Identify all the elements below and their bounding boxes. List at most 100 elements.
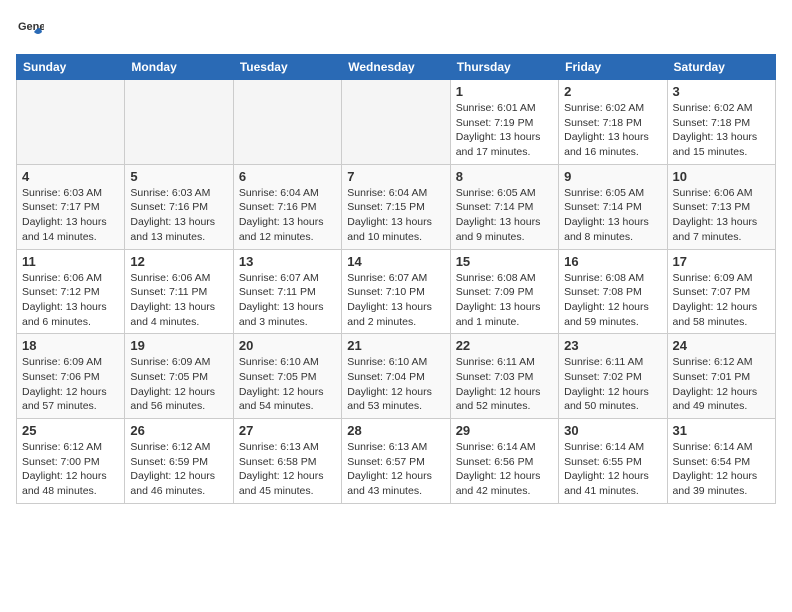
- day-info: Sunrise: 6:12 AMSunset: 7:01 PMDaylight:…: [673, 355, 770, 414]
- day-info: Sunrise: 6:06 AMSunset: 7:13 PMDaylight:…: [673, 186, 770, 245]
- calendar-header-row: SundayMondayTuesdayWednesdayThursdayFrid…: [17, 55, 776, 80]
- day-number: 6: [239, 169, 336, 184]
- day-info: Sunrise: 6:09 AMSunset: 7:06 PMDaylight:…: [22, 355, 119, 414]
- calendar-day-cell: 22 Sunrise: 6:11 AMSunset: 7:03 PMDayligh…: [450, 334, 558, 419]
- day-info: Sunrise: 6:09 AMSunset: 7:07 PMDaylight:…: [673, 271, 770, 330]
- page-header: General: [16, 16, 776, 44]
- calendar-day-cell: [233, 80, 341, 165]
- calendar-day-cell: [342, 80, 450, 165]
- calendar-day-cell: 2 Sunrise: 6:02 AMSunset: 7:18 PMDaylight…: [559, 80, 667, 165]
- day-info: Sunrise: 6:11 AMSunset: 7:03 PMDaylight:…: [456, 355, 553, 414]
- day-info: Sunrise: 6:02 AMSunset: 7:18 PMDaylight:…: [564, 101, 661, 160]
- calendar-day-cell: 31 Sunrise: 6:14 AMSunset: 6:54 PMDayligh…: [667, 419, 775, 504]
- calendar-week-row: 1 Sunrise: 6:01 AMSunset: 7:19 PMDaylight…: [17, 80, 776, 165]
- calendar-day-cell: 28Sunrise: 6:13 AMSunset: 6:57 PMDayligh…: [342, 419, 450, 504]
- day-number: 7: [347, 169, 444, 184]
- day-info: Sunrise: 6:04 AMSunset: 7:15 PMDaylight:…: [347, 186, 444, 245]
- day-number: 1: [456, 84, 553, 99]
- calendar-week-row: 4 Sunrise: 6:03 AMSunset: 7:17 PMDaylight…: [17, 164, 776, 249]
- day-number: 12: [130, 254, 227, 269]
- logo: General: [16, 16, 48, 44]
- day-info: Sunrise: 6:06 AMSunset: 7:11 PMDaylight:…: [130, 271, 227, 330]
- calendar-table: SundayMondayTuesdayWednesdayThursdayFrid…: [16, 54, 776, 504]
- day-number: 25: [22, 423, 119, 438]
- calendar-day-header: Monday: [125, 55, 233, 80]
- day-info: Sunrise: 6:05 AMSunset: 7:14 PMDaylight:…: [456, 186, 553, 245]
- calendar-day-cell: 1 Sunrise: 6:01 AMSunset: 7:19 PMDaylight…: [450, 80, 558, 165]
- day-number: 23: [564, 338, 661, 353]
- calendar-day-header: Saturday: [667, 55, 775, 80]
- day-number: 19: [130, 338, 227, 353]
- calendar-day-cell: 24 Sunrise: 6:12 AMSunset: 7:01 PMDayligh…: [667, 334, 775, 419]
- calendar-day-cell: [125, 80, 233, 165]
- calendar-day-cell: 3Sunrise: 6:02 AMSunset: 7:18 PMDaylight…: [667, 80, 775, 165]
- calendar-day-cell: 10 Sunrise: 6:06 AMSunset: 7:13 PMDayligh…: [667, 164, 775, 249]
- calendar-day-cell: 15 Sunrise: 6:08 AMSunset: 7:09 PMDayligh…: [450, 249, 558, 334]
- day-info: Sunrise: 6:14 AMSunset: 6:54 PMDaylight:…: [673, 440, 770, 499]
- day-number: 9: [564, 169, 661, 184]
- day-number: 2: [564, 84, 661, 99]
- calendar-day-cell: 19Sunrise: 6:09 AMSunset: 7:05 PMDayligh…: [125, 334, 233, 419]
- day-number: 24: [673, 338, 770, 353]
- day-number: 10: [673, 169, 770, 184]
- calendar-day-cell: 30 Sunrise: 6:14 AMSunset: 6:55 PMDayligh…: [559, 419, 667, 504]
- calendar-day-header: Tuesday: [233, 55, 341, 80]
- calendar-day-cell: 27 Sunrise: 6:13 AMSunset: 6:58 PMDayligh…: [233, 419, 341, 504]
- day-number: 20: [239, 338, 336, 353]
- day-info: Sunrise: 6:12 AMSunset: 7:00 PMDaylight:…: [22, 440, 119, 499]
- calendar-day-cell: 25 Sunrise: 6:12 AMSunset: 7:00 PMDayligh…: [17, 419, 125, 504]
- day-number: 3: [673, 84, 770, 99]
- day-number: 16: [564, 254, 661, 269]
- day-number: 15: [456, 254, 553, 269]
- day-number: 27: [239, 423, 336, 438]
- day-info: Sunrise: 6:07 AMSunset: 7:11 PMDaylight:…: [239, 271, 336, 330]
- calendar-day-cell: 8 Sunrise: 6:05 AMSunset: 7:14 PMDaylight…: [450, 164, 558, 249]
- calendar-day-cell: 29 Sunrise: 6:14 AMSunset: 6:56 PMDayligh…: [450, 419, 558, 504]
- day-info: Sunrise: 6:14 AMSunset: 6:56 PMDaylight:…: [456, 440, 553, 499]
- calendar-day-cell: 20 Sunrise: 6:10 AMSunset: 7:05 PMDayligh…: [233, 334, 341, 419]
- calendar-day-cell: 13 Sunrise: 6:07 AMSunset: 7:11 PMDayligh…: [233, 249, 341, 334]
- day-number: 8: [456, 169, 553, 184]
- calendar-day-cell: 16Sunrise: 6:08 AMSunset: 7:08 PMDayligh…: [559, 249, 667, 334]
- calendar-day-header: Friday: [559, 55, 667, 80]
- day-number: 26: [130, 423, 227, 438]
- day-number: 13: [239, 254, 336, 269]
- calendar-day-cell: 23Sunrise: 6:11 AMSunset: 7:02 PMDayligh…: [559, 334, 667, 419]
- day-info: Sunrise: 6:13 AMSunset: 6:58 PMDaylight:…: [239, 440, 336, 499]
- day-number: 17: [673, 254, 770, 269]
- day-number: 4: [22, 169, 119, 184]
- calendar-day-cell: 18 Sunrise: 6:09 AMSunset: 7:06 PMDayligh…: [17, 334, 125, 419]
- day-number: 30: [564, 423, 661, 438]
- calendar-day-cell: 4 Sunrise: 6:03 AMSunset: 7:17 PMDaylight…: [17, 164, 125, 249]
- calendar-day-cell: 11Sunrise: 6:06 AMSunset: 7:12 PMDayligh…: [17, 249, 125, 334]
- calendar-day-cell: 14Sunrise: 6:07 AMSunset: 7:10 PMDayligh…: [342, 249, 450, 334]
- day-info: Sunrise: 6:14 AMSunset: 6:55 PMDaylight:…: [564, 440, 661, 499]
- day-number: 5: [130, 169, 227, 184]
- day-info: Sunrise: 6:12 AMSunset: 6:59 PMDaylight:…: [130, 440, 227, 499]
- calendar-week-row: 18 Sunrise: 6:09 AMSunset: 7:06 PMDayligh…: [17, 334, 776, 419]
- calendar-day-header: Wednesday: [342, 55, 450, 80]
- day-number: 11: [22, 254, 119, 269]
- day-info: Sunrise: 6:05 AMSunset: 7:14 PMDaylight:…: [564, 186, 661, 245]
- day-info: Sunrise: 6:10 AMSunset: 7:05 PMDaylight:…: [239, 355, 336, 414]
- calendar-day-cell: 26 Sunrise: 6:12 AMSunset: 6:59 PMDayligh…: [125, 419, 233, 504]
- calendar-day-cell: 7 Sunrise: 6:04 AMSunset: 7:15 PMDaylight…: [342, 164, 450, 249]
- day-info: Sunrise: 6:10 AMSunset: 7:04 PMDaylight:…: [347, 355, 444, 414]
- day-number: 22: [456, 338, 553, 353]
- calendar-day-cell: 9 Sunrise: 6:05 AMSunset: 7:14 PMDaylight…: [559, 164, 667, 249]
- day-number: 21: [347, 338, 444, 353]
- calendar-day-cell: 5 Sunrise: 6:03 AMSunset: 7:16 PMDaylight…: [125, 164, 233, 249]
- day-info: Sunrise: 6:03 AMSunset: 7:17 PMDaylight:…: [22, 186, 119, 245]
- day-info: Sunrise: 6:03 AMSunset: 7:16 PMDaylight:…: [130, 186, 227, 245]
- calendar-day-cell: 12 Sunrise: 6:06 AMSunset: 7:11 PMDayligh…: [125, 249, 233, 334]
- day-info: Sunrise: 6:07 AMSunset: 7:10 PMDaylight:…: [347, 271, 444, 330]
- day-number: 29: [456, 423, 553, 438]
- day-number: 28: [347, 423, 444, 438]
- day-info: Sunrise: 6:04 AMSunset: 7:16 PMDaylight:…: [239, 186, 336, 245]
- day-number: 31: [673, 423, 770, 438]
- calendar-day-cell: [17, 80, 125, 165]
- day-number: 18: [22, 338, 119, 353]
- calendar-day-header: Sunday: [17, 55, 125, 80]
- day-info: Sunrise: 6:08 AMSunset: 7:09 PMDaylight:…: [456, 271, 553, 330]
- day-info: Sunrise: 6:01 AMSunset: 7:19 PMDaylight:…: [456, 101, 553, 160]
